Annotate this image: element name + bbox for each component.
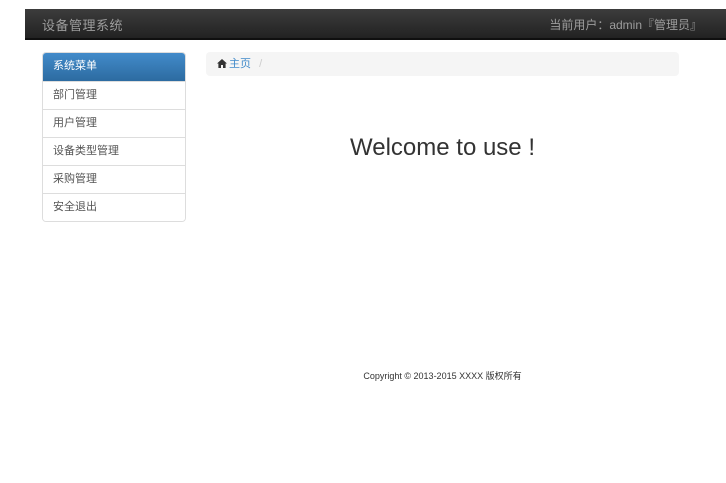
sidebar-item-users[interactable]: 用户管理 — [43, 109, 185, 137]
sidebar-item-logout[interactable]: 安全退出 — [43, 193, 185, 221]
top-navbar: 设备管理系统 当前用户：admin『管理员』 — [25, 9, 726, 40]
breadcrumb-home-link[interactable]: 主页 — [217, 58, 254, 70]
breadcrumb: 主页 / — [206, 52, 679, 76]
sidebar-menu-header[interactable]: 系统菜单 — [43, 53, 185, 81]
breadcrumb-home-label: 主页 — [229, 58, 251, 70]
sidebar-item-device-types[interactable]: 设备类型管理 — [43, 137, 185, 165]
app-brand[interactable]: 设备管理系统 — [42, 15, 123, 34]
sidebar-menu: 系统菜单 部门管理 用户管理 设备类型管理 采购管理 安全退出 — [42, 52, 186, 222]
welcome-heading: Welcome to use ! — [350, 134, 535, 161]
home-icon — [217, 53, 227, 77]
breadcrumb-separator: / — [259, 58, 263, 70]
footer-copyright: Copyright © 2013-2015 XXXX 版权所有 — [363, 371, 522, 381]
sidebar-item-department[interactable]: 部门管理 — [43, 81, 185, 109]
current-user-info: 当前用户：admin『管理员』 — [549, 18, 702, 32]
sidebar-item-purchasing[interactable]: 采购管理 — [43, 165, 185, 193]
